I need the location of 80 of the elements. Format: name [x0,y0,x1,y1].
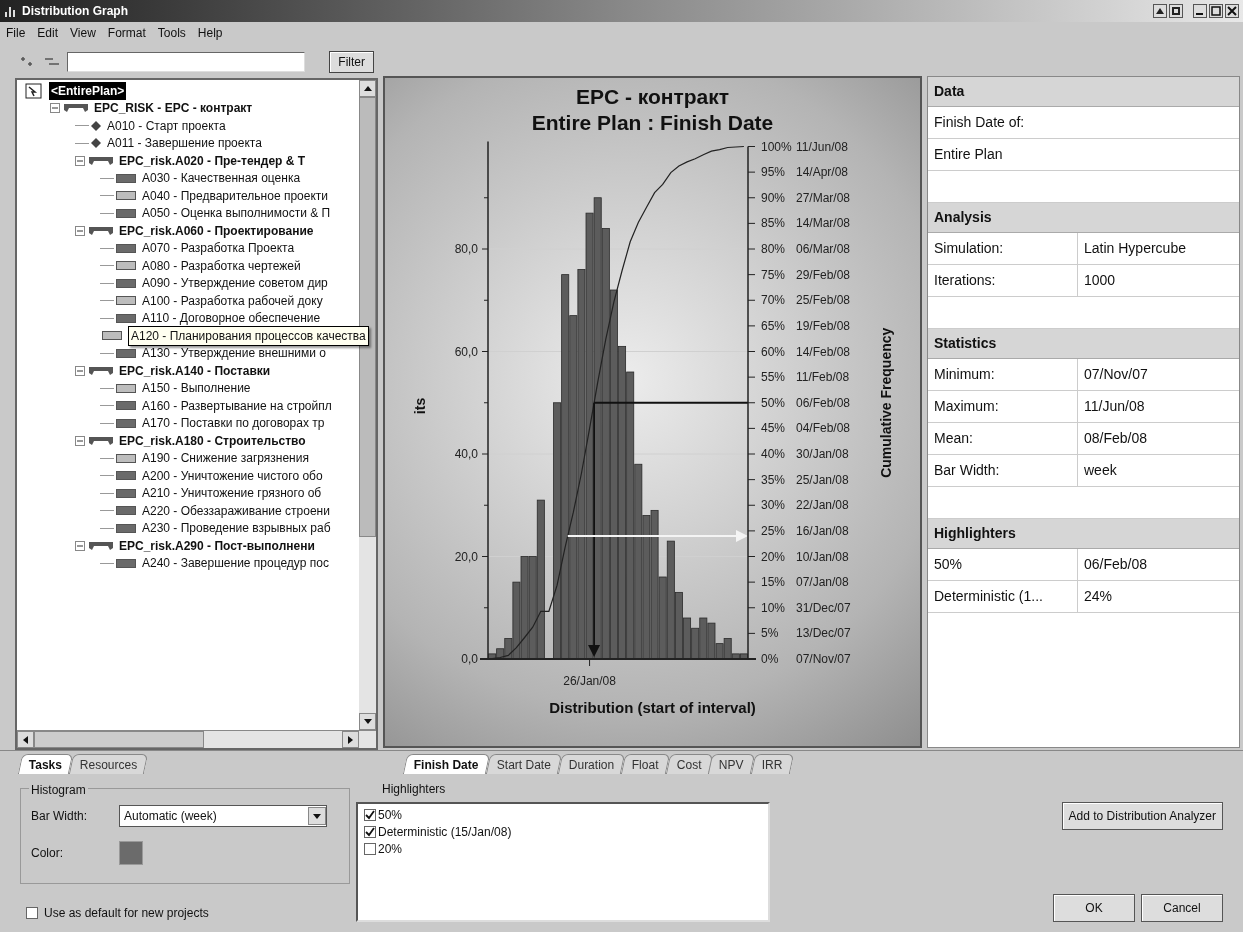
percent-label: 15% [761,575,786,590]
percent-label: 45% [761,421,786,436]
percent-label: 100% [761,139,792,154]
percent-label: 60% [761,344,786,359]
percent-label: 75% [761,267,786,282]
date-label: 11/Jun/08 [796,139,848,154]
window-title: Distribution Graph [22,3,128,20]
date-label: 11/Feb/08 [796,370,850,385]
date-label: 27/Mar/08 [796,190,851,205]
list-label: Highlighters [382,781,447,798]
date-label: 04/Feb/08 [796,421,851,436]
axis-tick-label: 20,0 [454,549,478,564]
table-cell-text: 06/Feb/08 [1083,555,1149,574]
table-cell: 50% [928,549,1078,580]
table-cell-text: 1000 [1083,271,1117,290]
axis-title: Cumulative Frequency [878,327,894,478]
date-label: 13/Dec/07 [796,626,851,641]
date-label: 14/Mar/08 [796,216,851,231]
date-label: 10/Jan/08 [796,549,849,564]
percent-label: 20% [761,549,786,564]
axis-title: Distribution (start of interval) [549,698,756,718]
date-label: 31/Dec/07 [796,600,851,615]
percent-label: 70% [761,293,786,308]
checkbox-label: Use as default for new projects [44,905,209,922]
date-label: 14/Feb/08 [796,344,851,359]
percent-label: 35% [761,472,786,487]
percent-label: 40% [761,447,786,461]
axis-tick-label: 40,0 [454,447,478,461]
section-header: Data [928,77,1239,107]
table-cell-text: 24% [1083,587,1114,606]
table-cell: Minimum: [928,359,1078,390]
date-label: 07/Nov/07 [796,652,851,666]
axis-tick-label: 80,0 [454,242,478,256]
section-header: Statistics [928,329,1239,359]
table-cell-text: Latin Hypercube [1083,239,1187,258]
percent-label: 55% [761,370,786,385]
percent-label: 5% [761,626,779,641]
table-cell-text: 11/Jun/08 [1083,397,1146,416]
percent-label: 30% [761,498,786,513]
percent-label: 65% [761,318,786,333]
chart-subtitle: Entire Plan : Finish Date [531,110,774,136]
date-label: 29/Feb/08 [796,267,851,282]
date-label: 16/Jan/08 [796,523,849,538]
date-label: 14/Apr/08 [796,165,849,180]
table-cell: Iterations: [928,265,1078,296]
table-cell-text: Finish Date of: [933,113,1026,132]
date-label: 25/Jan/08 [796,472,849,487]
axis-tick-label: 60,0 [454,344,478,359]
table-cell: Deterministic (1... [928,581,1078,612]
percent-label: 90% [761,190,786,205]
date-label: 19/Feb/08 [796,318,851,333]
date-label: 30/Jan/08 [796,447,849,461]
axis-tick-label: 0,0 [461,652,478,666]
table-cell: Bar Width: [928,455,1078,486]
section-header: Highlighters [928,519,1239,549]
axis-title: its [412,397,428,415]
table-cell: Mean: [928,423,1078,454]
percent-label: 85% [761,216,786,231]
field-label: Bar Width: [31,808,88,825]
table-cell-text: 08/Feb/08 [1083,429,1149,448]
date-label: 06/Mar/08 [796,242,851,256]
date-label: 06/Feb/08 [796,395,851,410]
table-cell: Maximum: [928,391,1078,422]
table-cell-text: 07/Nov/07 [1083,365,1149,384]
table-cell-text: Entire Plan [933,145,1004,164]
axis-tick-label: 26/Jan/08 [563,674,616,688]
section-header: Analysis [928,203,1239,233]
date-label: 25/Feb/08 [796,293,851,308]
chart-title: EPC - контракт [575,84,730,110]
table-cell: Simulation: [928,233,1078,264]
table-cell-text: week [1083,461,1118,480]
percent-label: 80% [761,242,786,256]
percent-label: 50% [761,395,786,410]
percent-label: 95% [761,165,786,180]
percent-label: 25% [761,523,786,538]
date-label: 07/Jan/08 [796,575,849,590]
percent-label: 0% [761,652,779,666]
date-label: 22/Jan/08 [796,498,849,513]
field-label: Color: [31,845,64,862]
percent-label: 10% [761,600,786,615]
